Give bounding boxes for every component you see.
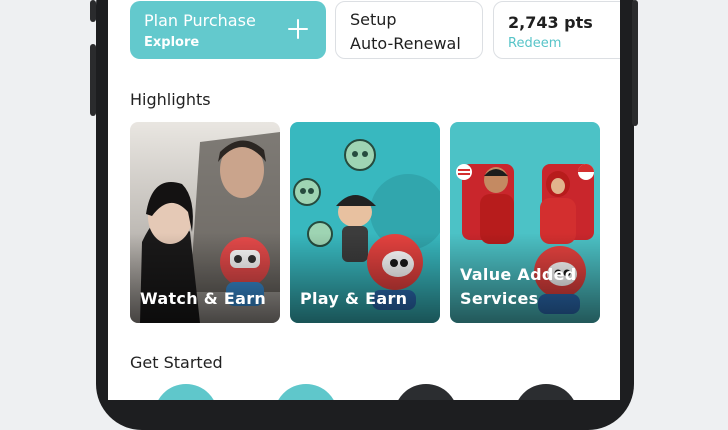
highlight-card-value-added-services[interactable]: Value Added Services [450,122,600,323]
phone-side-button-left-2 [90,44,96,116]
get-started-heading: Get Started [130,353,223,372]
plan-purchase-button[interactable]: Plan Purchase Explore [130,1,326,59]
card-label: Value Added Services [460,265,577,308]
get-started-item[interactable] [154,384,218,400]
card-label: Play & Earn [300,289,408,308]
plus-icon [286,17,310,41]
auto-renewal-line1: Setup [350,10,397,29]
app-screen: Plan Purchase Explore Setup Auto-Renewal… [108,0,620,400]
points-card[interactable]: 2,743 pts Redeem [493,1,620,59]
plan-purchase-title: Plan Purchase [144,11,256,30]
get-started-item[interactable] [514,384,578,400]
highlights-heading: Highlights [130,90,211,109]
get-started-item[interactable] [274,384,338,400]
highlight-card-play-earn[interactable]: Play & Earn [290,122,440,323]
card-label: Watch & Earn [140,289,267,308]
auto-renewal-line2: Auto-Renewal [350,34,461,53]
get-started-item[interactable] [394,384,458,400]
phone-side-button-right [632,0,638,126]
highlight-card-watch-earn[interactable]: Watch & Earn [130,122,280,323]
auto-renewal-button[interactable]: Setup Auto-Renewal [335,1,483,59]
redeem-link[interactable]: Redeem [508,36,561,51]
phone-side-button-left [90,0,96,22]
plan-purchase-subtitle: Explore [144,35,200,50]
points-value: 2,743 pts [508,13,593,32]
